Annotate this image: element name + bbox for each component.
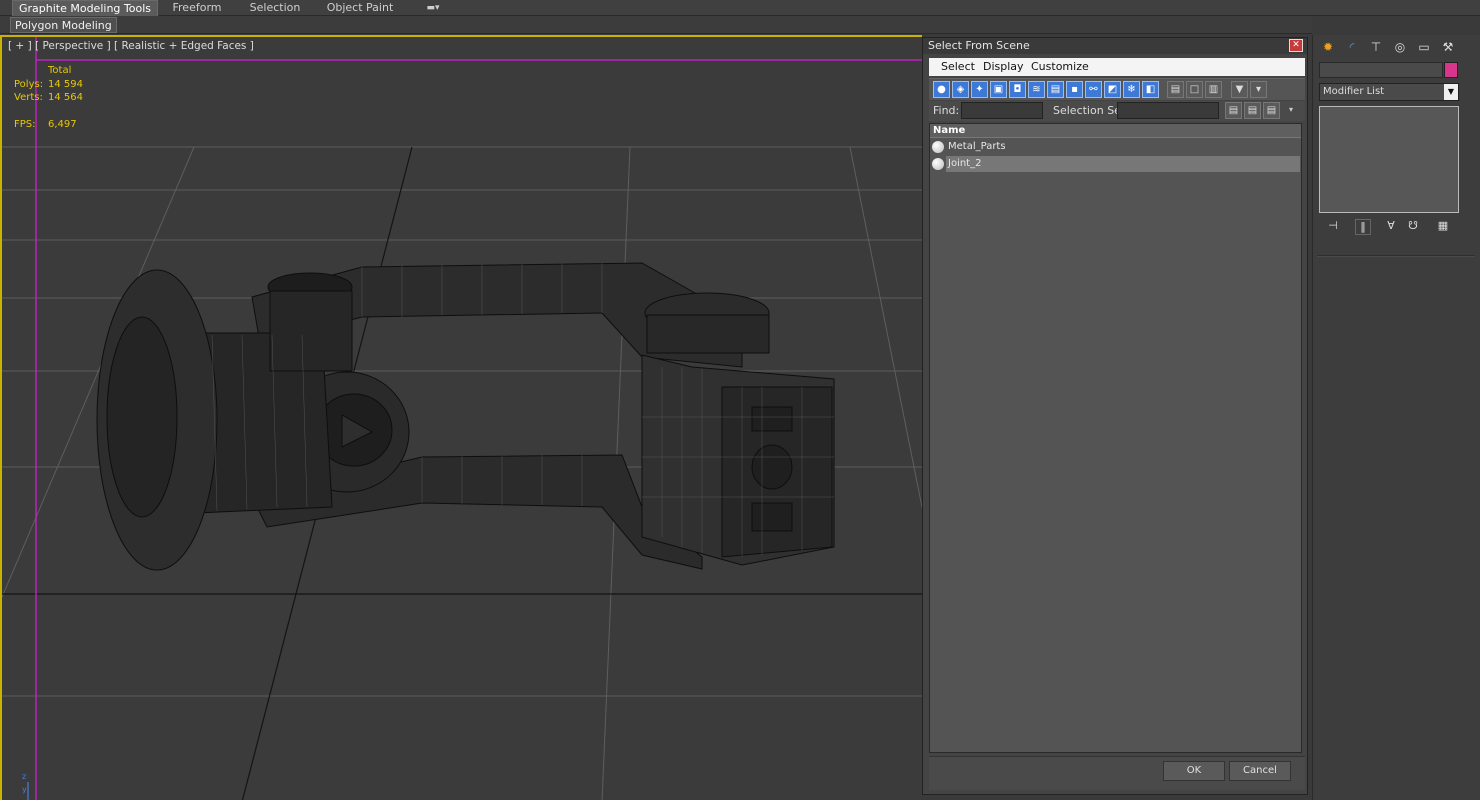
edit-selection-set-icon[interactable]: ▤ [1244,102,1261,119]
stats-header: Total [48,65,72,76]
fps-label: FPS: [14,119,36,130]
show-end-result-icon[interactable]: ‖ [1355,219,1371,235]
display-xrefs-icon[interactable]: ▪ [1066,81,1083,98]
hierarchy-icon[interactable]: ⊤ [1367,38,1385,56]
pin-stack-icon[interactable]: ⊣ [1325,219,1341,235]
dialog-title[interactable]: Select From Scene [923,38,1307,54]
dialog-menu-bar: Select Display Customize [929,58,1305,76]
select-from-scene-dialog: Select From Scene ✕ Select Display Custo… [922,37,1308,795]
geometry-object-icon [932,141,944,153]
close-icon[interactable]: ✕ [1289,39,1303,52]
scene-object-list[interactable]: Name Metal_Parts Joint_2 [929,123,1302,753]
tab-graphite-modeling-tools[interactable]: Graphite Modeling Tools [12,0,158,16]
ribbon-options-icon[interactable]: ▬▾ [420,0,446,16]
list-item-label: Joint_2 [946,156,1300,172]
select-invert-icon[interactable]: ▥ [1205,81,1222,98]
verts-value: 14 564 [48,92,83,103]
motion-icon[interactable]: ◎ [1391,38,1409,56]
utilities-icon[interactable]: ⚒ [1439,38,1457,56]
select-none-icon[interactable]: □ [1186,81,1203,98]
menu-display[interactable]: Display [983,60,1024,73]
viewport-scene [2,37,922,800]
dialog-toolbar: ● ◈ ✦ ▣ ◘ ≋ ▤ ▪ ⚯ ◩ ❄ ◧ ▤ □ ▥ ▼ ▾ [929,78,1305,100]
display-cameras-icon[interactable]: ▣ [990,81,1007,98]
filter-icon[interactable]: ▼ [1231,81,1248,98]
menu-select[interactable]: Select [941,60,975,73]
display-lights-icon[interactable]: ✦ [971,81,988,98]
verts-label: Verts: [14,92,43,103]
perspective-viewport[interactable]: [ + ] [ Perspective ] [ Realistic + Edge… [0,35,922,800]
display-spacewarps-icon[interactable]: ≋ [1028,81,1045,98]
create-icon[interactable]: ✹ [1319,38,1337,56]
tab-selection[interactable]: Selection [244,0,306,16]
cancel-button[interactable]: Cancel [1229,761,1291,781]
modifier-list-label: Modifier List [1323,86,1385,97]
object-color-swatch[interactable] [1444,62,1458,78]
modifier-stack-controls: ⊣ ‖ ∀ ☋ ▦ [1319,217,1459,237]
ribbon-panel-bar: Polygon Modeling [0,16,1312,34]
find-row: Find: Selection Set: ▤ ▤ ▤ ▾ [929,101,1305,121]
command-panel-tabs: ✹ ◜ ⊤ ◎ ▭ ⚒ [1317,37,1477,57]
object-name-field[interactable] [1319,62,1443,78]
list-item-label: Metal_Parts [948,141,1006,152]
list-item[interactable]: Joint_2 [930,156,1301,172]
dialog-footer: OK Cancel [929,756,1305,790]
remove-modifier-icon[interactable]: ☋ [1405,219,1421,235]
joint-model [96,262,835,571]
modify-icon[interactable]: ◜ [1343,38,1361,56]
find-input[interactable] [961,102,1043,119]
geometry-object-icon [932,158,944,170]
make-unique-icon[interactable]: ∀ [1383,219,1399,235]
display-shapes-icon[interactable]: ◈ [952,81,969,98]
display-helpers-icon[interactable]: ◘ [1009,81,1026,98]
display-groups-icon[interactable]: ▤ [1047,81,1064,98]
column-header-name[interactable]: Name [930,124,1301,138]
filter-options-icon[interactable]: ▾ [1250,81,1267,98]
axis-z-label: z [22,772,27,781]
list-item[interactable]: Metal_Parts [930,139,1301,155]
fps-value: 6,497 [48,119,77,130]
panel-divider [1317,255,1475,257]
modifier-stack[interactable] [1319,106,1459,213]
delete-selection-set-icon[interactable]: ▤ [1263,102,1280,119]
ok-button[interactable]: OK [1163,761,1225,781]
tab-freeform[interactable]: Freeform [166,0,228,16]
command-panel: ✹ ◜ ⊤ ◎ ▭ ⚒ Modifier List ▼ ⊣ ‖ ∀ ☋ ▦ [1312,35,1480,800]
polygon-modeling-panel[interactable]: Polygon Modeling [10,17,117,33]
polys-label: Polys: [14,79,44,90]
create-selection-set-icon[interactable]: ▤ [1225,102,1242,119]
modifier-list-dropdown[interactable]: Modifier List ▼ [1319,83,1459,101]
display-bones-icon[interactable]: ⚯ [1085,81,1102,98]
select-all-icon[interactable]: ▤ [1167,81,1184,98]
display-hidden-icon[interactable]: ◧ [1142,81,1159,98]
display-icon[interactable]: ▭ [1415,38,1433,56]
configure-modifier-sets-icon[interactable]: ▦ [1435,219,1451,235]
axis-y-label: y [22,785,27,794]
chevron-down-icon: ▼ [1444,84,1458,100]
expand-options-icon[interactable]: ▾ [1289,105,1293,114]
polys-value: 14 594 [48,79,83,90]
menu-customize[interactable]: Customize [1031,60,1089,73]
display-frozen-icon[interactable]: ❄ [1123,81,1140,98]
display-containers-icon[interactable]: ◩ [1104,81,1121,98]
viewport-label[interactable]: [ + ] [ Perspective ] [ Realistic + Edge… [8,40,254,52]
ribbon-tab-bar: Graphite Modeling Tools Freeform Selecti… [0,0,1480,16]
selection-set-select[interactable] [1117,102,1219,119]
display-geometry-icon[interactable]: ● [933,81,950,98]
find-label: Find: [933,104,960,117]
tab-object-paint[interactable]: Object Paint [324,0,396,16]
